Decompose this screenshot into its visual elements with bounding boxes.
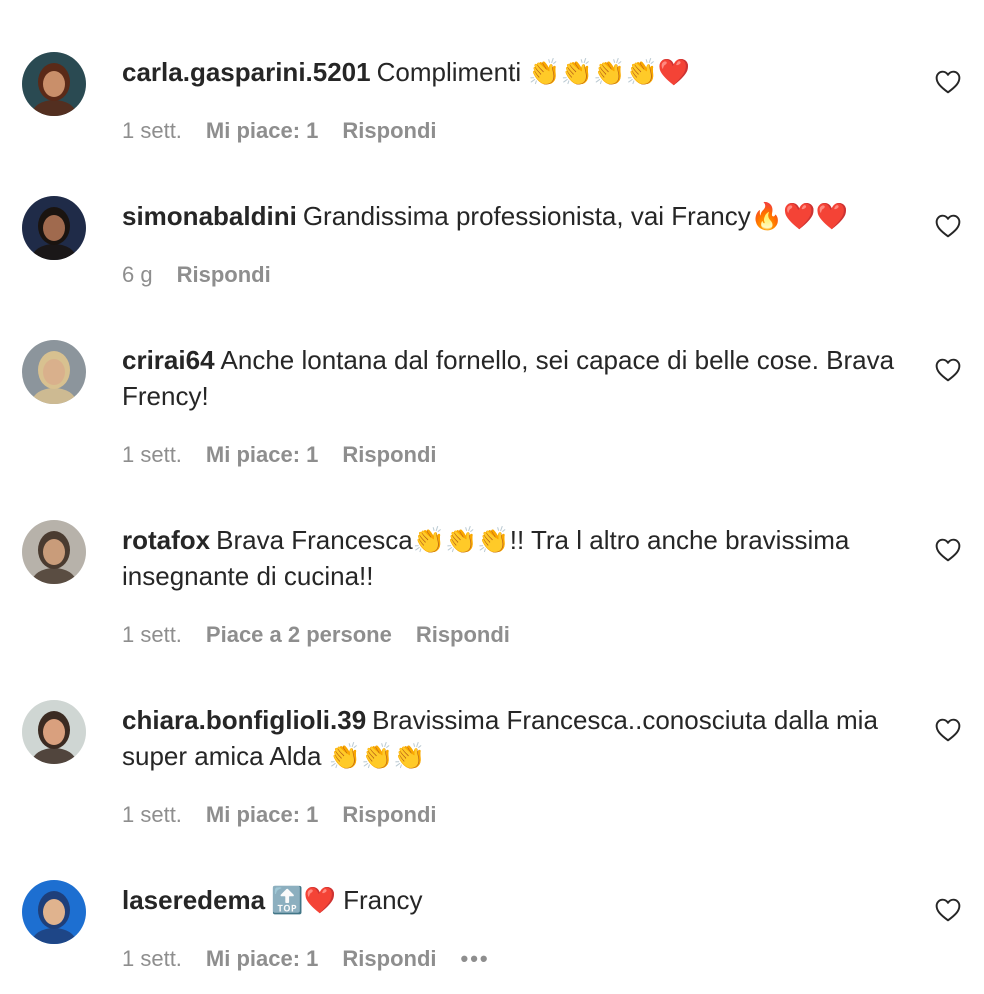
- comment-username[interactable]: crirai64: [122, 345, 215, 375]
- comment-text: Grandissima professionista, vai Francy🔥❤…: [302, 201, 848, 231]
- like-heart-icon[interactable]: [935, 718, 961, 742]
- avatar[interactable]: [22, 700, 86, 764]
- avatar[interactable]: [22, 340, 86, 404]
- comment-username[interactable]: simonabaldini: [122, 201, 297, 231]
- comment-text-block: simonabaldini Grandissima professionista,…: [122, 198, 912, 234]
- comment-username[interactable]: chiara.bonfiglioli.39: [122, 705, 366, 735]
- comment-username[interactable]: laseredema: [122, 885, 265, 915]
- comments-list: carla.gasparini.5201 Complimenti 👏👏👏👏❤️ 1 …: [0, 0, 984, 994]
- comment-meta: 1 sett. Mi piace: 1 Rispondi •••: [122, 946, 514, 972]
- reply-button[interactable]: Rispondi: [342, 946, 436, 971]
- comment-text-block: crirai64 Anche lontana dal fornello, sei …: [122, 342, 912, 414]
- comment-timestamp[interactable]: 6 g: [122, 262, 153, 287]
- reply-button[interactable]: Rispondi: [342, 118, 436, 143]
- like-heart-icon[interactable]: [935, 358, 961, 382]
- comment-timestamp[interactable]: 1 sett.: [122, 946, 182, 971]
- likes-count[interactable]: Mi piace: 1: [206, 118, 318, 143]
- like-heart-icon[interactable]: [935, 538, 961, 562]
- avatar[interactable]: [22, 52, 86, 116]
- likes-count[interactable]: Mi piace: 1: [206, 442, 318, 467]
- comment-text: Anche lontana dal fornello, sei capace d…: [122, 345, 895, 411]
- likes-count[interactable]: Piace a 2 persone: [206, 622, 392, 647]
- avatar[interactable]: [22, 520, 86, 584]
- reply-button[interactable]: Rispondi: [342, 802, 436, 827]
- comment-username[interactable]: rotafox: [122, 525, 210, 555]
- likes-count[interactable]: Mi piace: 1: [206, 802, 318, 827]
- comment-meta: 1 sett. Piace a 2 persone Rispondi: [122, 622, 534, 648]
- likes-count[interactable]: Mi piace: 1: [206, 946, 318, 971]
- comment-username[interactable]: carla.gasparini.5201: [122, 57, 371, 87]
- reply-button[interactable]: Rispondi: [342, 442, 436, 467]
- like-heart-icon[interactable]: [935, 70, 961, 94]
- more-options-icon[interactable]: •••: [461, 946, 490, 971]
- comment-meta: 1 sett. Mi piace: 1 Rispondi: [122, 442, 461, 468]
- comment-text: Complimenti 👏👏👏👏❤️: [376, 57, 691, 87]
- comment-text: Brava Francesca👏👏👏!! Tra l altro anche b…: [122, 525, 850, 591]
- comment-timestamp[interactable]: 1 sett.: [122, 442, 182, 467]
- avatar[interactable]: [22, 880, 86, 944]
- comment-timestamp[interactable]: 1 sett.: [122, 622, 182, 647]
- comment-text-block: laseredema 🔝❤️ Francy: [122, 882, 912, 918]
- comment-text: 🔝❤️ Francy: [271, 885, 423, 915]
- like-heart-icon[interactable]: [935, 214, 961, 238]
- comment-text-block: carla.gasparini.5201 Complimenti 👏👏👏👏❤️: [122, 54, 912, 90]
- reply-button[interactable]: Rispondi: [177, 262, 271, 287]
- reply-button[interactable]: Rispondi: [416, 622, 510, 647]
- comment-timestamp[interactable]: 1 sett.: [122, 802, 182, 827]
- comment-meta: 1 sett. Mi piace: 1 Rispondi: [122, 802, 461, 828]
- like-heart-icon[interactable]: [935, 898, 961, 922]
- comment-meta: 6 g Rispondi: [122, 262, 295, 288]
- comment-meta: 1 sett. Mi piace: 1 Rispondi: [122, 118, 461, 144]
- comment-timestamp[interactable]: 1 sett.: [122, 118, 182, 143]
- comment-text-block: rotafox Brava Francesca👏👏👏!! Tra l altro …: [122, 522, 912, 594]
- comment-text-block: chiara.bonfiglioli.39 Bravissima Francesc…: [122, 702, 912, 774]
- avatar[interactable]: [22, 196, 86, 260]
